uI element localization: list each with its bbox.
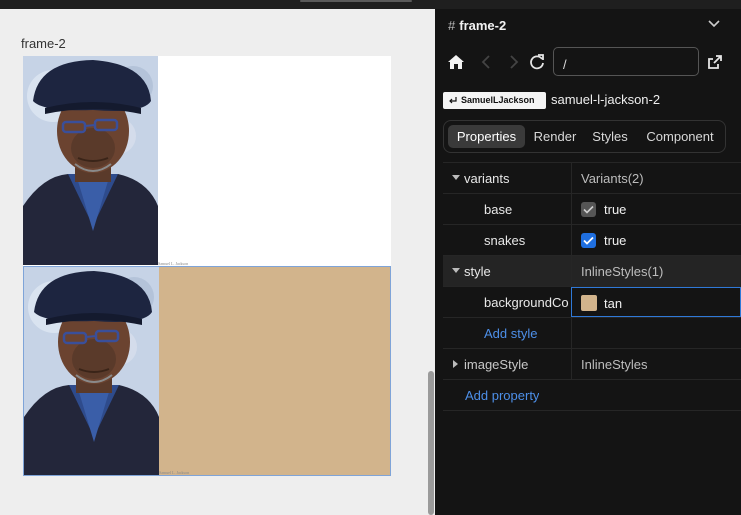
component-instance-name: samuel-l-jackson-2	[551, 92, 661, 107]
prop-row-snakes[interactable]: snakes true	[443, 224, 741, 255]
tab-properties[interactable]: Properties	[448, 125, 525, 148]
color-value-field[interactable]: tan	[571, 287, 741, 317]
expand-caret-icon[interactable]	[452, 175, 460, 180]
design-canvas[interactable]: frame-2 Samuel L. Jackson Samuel L. Jack…	[0, 9, 427, 515]
tab-component[interactable]: Component	[640, 125, 720, 148]
expand-caret-icon[interactable]	[453, 360, 458, 368]
tab-styles[interactable]: Styles	[585, 125, 635, 148]
prop-row-add-property: Add property	[443, 379, 741, 410]
panel-tabs: Properties Render Styles Component	[443, 120, 726, 153]
samuel-card-snakes[interactable]: Samuel L. Jackson	[23, 266, 391, 476]
prop-row-style[interactable]: style InlineStyles(1)	[443, 255, 741, 286]
prop-row-base[interactable]: base true	[443, 193, 741, 224]
checkbox-label: true	[604, 202, 627, 217]
home-icon[interactable]	[447, 53, 465, 71]
frame-hash-icon: #	[448, 18, 456, 33]
prop-row-variants[interactable]: variants Variants(2)	[443, 162, 741, 193]
expand-caret-icon[interactable]	[452, 268, 460, 273]
prop-value-empty	[571, 318, 741, 348]
prop-key: snakes	[484, 233, 526, 248]
prop-value: InlineStyles(1)	[571, 256, 741, 286]
back-arrow-icon[interactable]	[478, 53, 496, 71]
tab-render[interactable]: Render	[527, 125, 583, 148]
navigation-bar	[435, 47, 741, 77]
prop-row-background-color[interactable]: backgroundColor tan	[443, 286, 741, 317]
component-chip-label: SamuelLJackson	[461, 95, 535, 105]
panel-title-text: frame-2	[459, 18, 507, 33]
window-notch	[300, 0, 412, 2]
add-property-link[interactable]: Add property	[465, 388, 539, 403]
return-arrow-icon	[449, 97, 457, 104]
color-swatch[interactable]	[581, 295, 597, 311]
prop-value: Variants(2)	[571, 163, 741, 193]
portrait-image	[24, 267, 159, 475]
open-external-icon[interactable]	[706, 53, 724, 71]
frame-label[interactable]: frame-2	[21, 36, 66, 51]
prop-row-add-style: Add style	[443, 317, 741, 348]
panel-title: # frame-2	[448, 18, 506, 33]
tree-divider	[443, 410, 741, 411]
prop-value: true	[571, 225, 741, 255]
samuel-card-base[interactable]: Samuel L. Jackson	[23, 56, 391, 266]
properties-panel: #frame-2 SamuelLJackson samuel-l-jackson…	[435, 9, 741, 515]
url-input[interactable]	[553, 47, 699, 76]
prop-key: variants	[464, 171, 510, 186]
window-top-bar	[0, 0, 741, 9]
image-alt-text: Samuel L. Jackson	[159, 470, 190, 475]
frame-2[interactable]: Samuel L. Jackson Samuel L. Jackson	[23, 56, 391, 476]
portrait-image	[23, 56, 158, 265]
checkbox-label: true	[604, 233, 627, 248]
component-chip[interactable]: SamuelLJackson	[443, 92, 546, 109]
checkbox-snakes[interactable]	[581, 233, 596, 248]
refresh-icon[interactable]	[528, 53, 546, 71]
canvas-scrollbar[interactable]	[428, 371, 434, 515]
prop-row-image-style[interactable]: imageStyle InlineStyles	[443, 348, 741, 379]
color-value-label: tan	[604, 296, 623, 311]
checkbox-base[interactable]	[581, 202, 596, 217]
prop-key: imageStyle	[464, 357, 529, 372]
prop-value: true	[571, 194, 741, 224]
chevron-down-icon[interactable]	[707, 17, 721, 31]
prop-key: base	[484, 202, 513, 217]
prop-key: backgroundColor	[484, 295, 569, 310]
prop-value: InlineStyles	[571, 349, 741, 379]
forward-arrow-icon[interactable]	[504, 53, 522, 71]
prop-key: style	[464, 264, 491, 279]
add-style-link[interactable]: Add style	[484, 326, 537, 341]
